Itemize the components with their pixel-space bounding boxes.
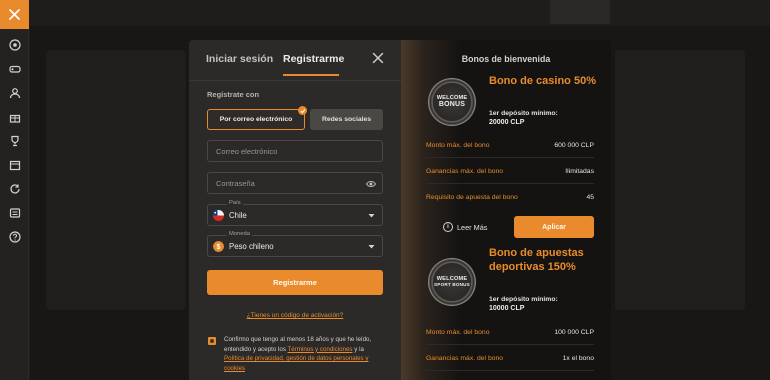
row-label: Requisito de apuesta del bono: [426, 194, 518, 201]
activation-code-link[interactable]: ¿Tienes un código de activación?: [189, 312, 401, 319]
register-with-label: Regístrate con: [207, 90, 260, 99]
sidebar-item-results[interactable]: [0, 201, 29, 225]
background-top-button: [550, 0, 610, 24]
selected-check-icon: [298, 106, 307, 115]
sidebar-item-sports[interactable]: [0, 33, 29, 57]
sport-bonus-title: Bono de apuestas deportivas 150%: [489, 247, 584, 273]
bonus-heading: Bonos de bienvenida: [461, 54, 551, 64]
background-banner: [46, 50, 186, 310]
row-label: Monto máx. del bono: [426, 142, 490, 149]
help-icon: [8, 231, 21, 243]
sport-bonus-row: Ganancias máx. del bono 1x el bono: [426, 347, 594, 371]
sidebar-item-tournaments[interactable]: [0, 129, 29, 153]
casino-min-deposit-label: 1er depósito mínimo:: [489, 110, 558, 117]
country-label: País: [227, 200, 243, 206]
register-by-social-button[interactable]: Redes sociales: [310, 109, 383, 130]
row-label: Ganancias máx. del bono: [426, 168, 504, 175]
chevron-down-icon: [368, 214, 375, 218]
left-sidebar: [0, 0, 29, 380]
email-input[interactable]: [208, 141, 382, 162]
casino-bonus-row: Monto máx. del bono 600 000 CLP: [426, 134, 594, 158]
country-select[interactable]: País Chile: [207, 200, 383, 226]
tabs-divider: [189, 80, 401, 81]
sport-bonus-row: Monto máx. del bono 100 000 CLP: [426, 321, 594, 345]
gamepad-icon: [8, 65, 21, 73]
svg-text:$: $: [217, 244, 221, 251]
sidebar-item-games[interactable]: [0, 57, 29, 81]
close-icon: [9, 9, 20, 20]
close-menu-button[interactable]: [0, 0, 29, 29]
close-icon[interactable]: [372, 52, 384, 64]
scoreboard-icon: [9, 208, 20, 218]
medal-text-sport-bonus: SPORT BONUS: [434, 282, 470, 287]
active-tab-indicator: [283, 74, 339, 76]
email-field[interactable]: [207, 140, 383, 162]
terms-link[interactable]: Términos y condiciones: [288, 346, 353, 353]
casino-bonus-title: Bono de casino 50%: [489, 75, 596, 87]
consent-text: Confirmo que tengo al menos 18 años y qu…: [224, 335, 384, 373]
sport-min-deposit-label: 1er depósito mínimo:: [489, 296, 558, 303]
chile-flag-icon: [213, 210, 224, 221]
dealer-icon: [9, 88, 20, 99]
sidebar-item-live-casino[interactable]: [0, 81, 29, 105]
auth-tabs: Iniciar sesión Registrarme: [189, 40, 401, 80]
currency-value: Peso chileno: [229, 242, 274, 251]
tab-register[interactable]: Registrarme: [283, 53, 344, 65]
background-topbar: [30, 0, 770, 26]
country-value: Chile: [229, 211, 247, 220]
read-more-label: Leer Más: [457, 222, 488, 232]
password-field[interactable]: [207, 172, 383, 194]
currency-label: Moneda: [227, 231, 252, 237]
row-label: Monto máx. del bono: [426, 329, 490, 336]
register-modal: Iniciar sesión Registrarme Regístrate co…: [189, 40, 401, 380]
currency-select[interactable]: Moneda $ Peso chileno: [207, 231, 383, 257]
row-value: 600 000 CLP: [554, 142, 594, 149]
consent-checkbox[interactable]: [208, 337, 216, 345]
welcome-bonus-panel: Bonos de bienvenida WELCOME BONUS Bono d…: [401, 40, 611, 380]
register-by-email-button[interactable]: Por correo electrónico: [207, 109, 305, 130]
casino-bonus-row: Requisito de apuesta del bono 45: [426, 186, 594, 210]
register-button[interactable]: Registrarme: [207, 270, 383, 295]
chevron-down-icon: [368, 245, 375, 249]
show-password-icon[interactable]: [366, 179, 376, 189]
consent-and: y la: [354, 345, 364, 353]
row-value: 100 000 CLP: [554, 329, 594, 336]
casino-bonus-medal-icon: WELCOME BONUS: [428, 78, 476, 126]
read-more-link[interactable]: i Leer Más: [443, 222, 487, 232]
casino-bonus-row: Ganancias máx. del bono Ilimitadas: [426, 160, 594, 184]
refresh-icon: [9, 184, 20, 194]
gift-icon: [9, 114, 20, 123]
coin-icon: $: [213, 241, 224, 252]
background-banner-right: [615, 50, 745, 310]
row-value: 45: [586, 194, 594, 201]
sidebar-item-help[interactable]: [0, 225, 29, 249]
medal-text-bonus: BONUS: [438, 101, 466, 108]
apply-bonus-button[interactable]: Aplicar: [514, 216, 594, 238]
info-icon: i: [443, 222, 453, 232]
row-label: Ganancias máx. del bono: [426, 355, 504, 362]
soccer-ball-icon: [8, 39, 21, 51]
sidebar-item-calendar[interactable]: [0, 153, 29, 177]
row-value: 1x el bono: [562, 355, 594, 362]
sidebar-item-promotions[interactable]: [0, 105, 29, 129]
trophy-icon: [10, 135, 19, 147]
sport-bonus-medal-icon: WELCOME SPORT BONUS: [428, 258, 476, 306]
row-value: Ilimitadas: [565, 168, 594, 175]
password-input[interactable]: [208, 173, 382, 194]
calendar-icon: [9, 160, 20, 171]
sport-min-deposit-value: 10000 CLP: [489, 305, 525, 312]
tab-login[interactable]: Iniciar sesión: [206, 53, 273, 65]
casino-min-deposit-value: 20000 CLP: [489, 119, 525, 126]
privacy-link[interactable]: Política de privacidad, gestión de datos…: [224, 355, 368, 372]
sidebar-item-history[interactable]: [0, 177, 29, 201]
